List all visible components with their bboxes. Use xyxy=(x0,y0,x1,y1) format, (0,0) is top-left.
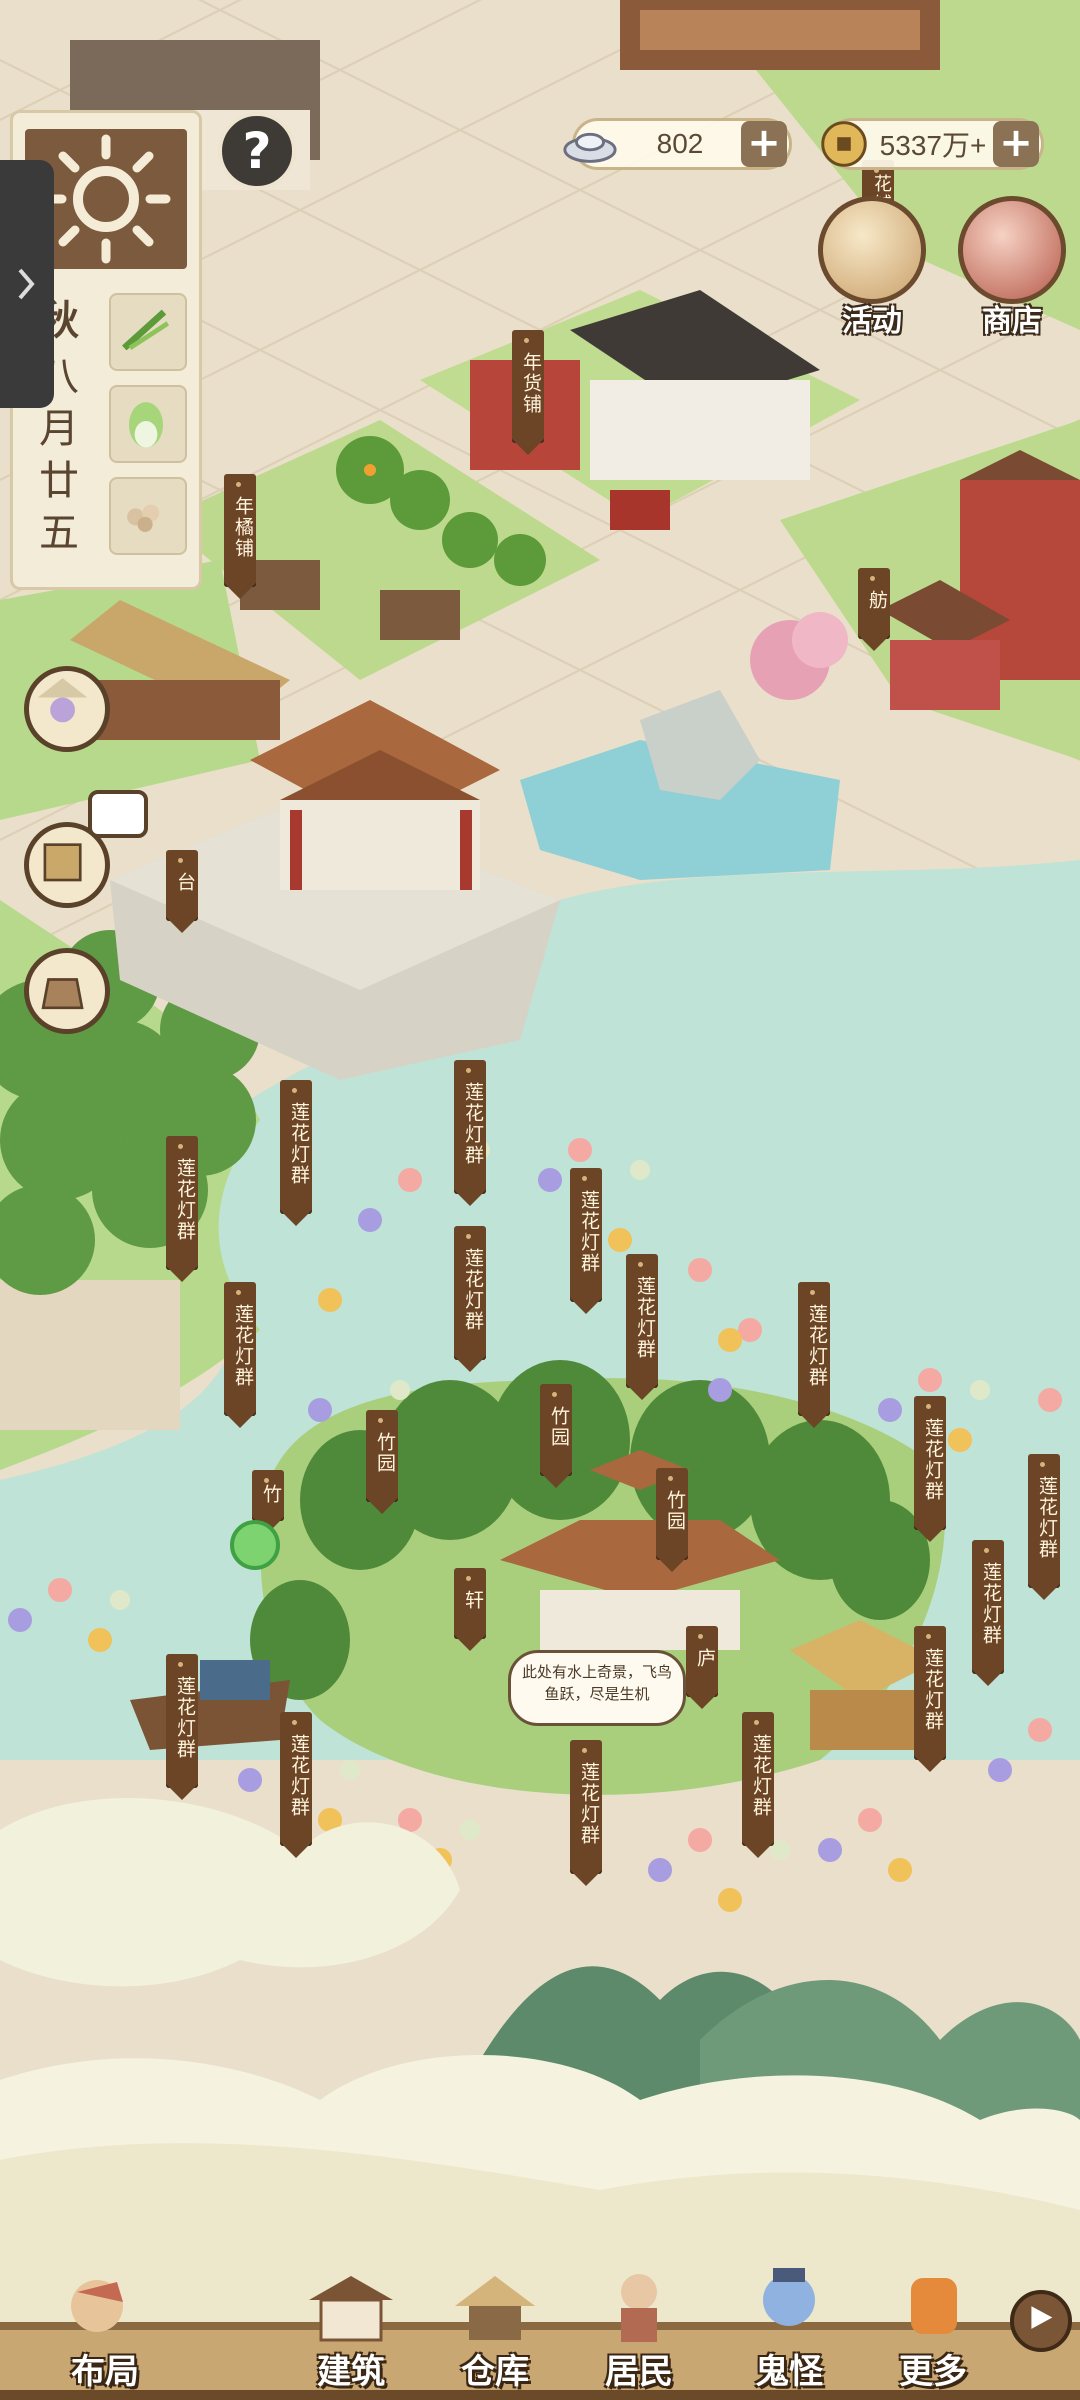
cabbage-icon xyxy=(128,402,164,448)
bag-icon[interactable] xyxy=(24,948,110,1034)
book-glyph xyxy=(43,843,82,882)
ghosts-button[interactable]: 鬼怪 xyxy=(724,2262,854,2400)
sign-lotus-lanterns-2[interactable]: 莲花灯群 xyxy=(454,1060,486,1206)
activity-label: 活动 xyxy=(842,304,902,339)
help-icon[interactable]: ? xyxy=(218,112,296,190)
scroll-icon xyxy=(818,196,926,304)
hat-figure-icon xyxy=(37,678,88,723)
sign-bamboo-partial[interactable]: 竹 xyxy=(252,1470,284,1533)
more-button[interactable]: 更多 xyxy=(868,2262,998,2400)
sign-lotus-lanterns-7[interactable]: 莲花灯群 xyxy=(224,1282,256,1428)
sign-new-year-goods-shop[interactable]: 年货铺 xyxy=(512,330,544,455)
sign-lotus-lanterns-14[interactable]: 莲花灯群 xyxy=(280,1712,312,1858)
more-lantern-icon xyxy=(911,2278,957,2334)
sign-lotus-lanterns-10[interactable]: 莲花灯群 xyxy=(1028,1454,1060,1600)
copper-currency-bar: 5337万+ + xyxy=(821,118,1044,170)
crop-slot-beans[interactable] xyxy=(109,477,187,555)
copper-amount: 5337万+ xyxy=(879,130,987,161)
silver-currency-bar: 802 + xyxy=(563,118,792,170)
sign-bamboo-garden-2[interactable]: 竹园 xyxy=(540,1384,572,1488)
house-icon xyxy=(309,2276,393,2342)
bag-glyph xyxy=(41,978,84,1010)
sign-lotus-lanterns-6[interactable]: 莲花灯群 xyxy=(626,1254,658,1400)
character-avatar-icon[interactable] xyxy=(24,666,110,752)
month-suffix: 月 xyxy=(39,406,79,452)
day-ones: 五 xyxy=(39,510,79,556)
chat-bubble-icon[interactable] xyxy=(88,790,148,838)
storage-button[interactable]: 仓库 xyxy=(430,2262,560,2400)
activity-button[interactable]: 活动 xyxy=(812,196,932,346)
play-arrow-icon[interactable] xyxy=(1010,2290,1072,2352)
layout-button[interactable]: 布局 xyxy=(40,2262,170,2400)
layout-character-icon xyxy=(71,2280,123,2332)
sign-lotus-lanterns-1[interactable]: 莲花灯群 xyxy=(280,1080,312,1226)
more-label: 更多 xyxy=(899,2352,967,2392)
copper-coin-icon xyxy=(821,121,867,167)
build-label: 建筑 xyxy=(317,2352,385,2392)
play-triangle xyxy=(1031,2306,1053,2329)
add-copper-button[interactable]: + xyxy=(993,121,1039,167)
sign-lotus-lanterns-11[interactable]: 莲花灯群 xyxy=(972,1540,1004,1686)
sign-lotus-lanterns-12[interactable]: 莲花灯群 xyxy=(914,1626,946,1772)
sign-terrace[interactable]: 台 xyxy=(166,850,198,933)
sign-lotus-lanterns-9[interactable]: 莲花灯群 xyxy=(914,1396,946,1542)
day-tens: 廿 xyxy=(39,458,79,504)
add-silver-button[interactable]: + xyxy=(741,121,787,167)
sign-lotus-lanterns-8[interactable]: 莲花灯群 xyxy=(798,1282,830,1428)
sign-bamboo-garden-1[interactable]: 竹园 xyxy=(366,1410,398,1514)
layout-label: 布局 xyxy=(71,2352,139,2392)
scallion-icon xyxy=(122,309,170,351)
green-progress-marker[interactable] xyxy=(230,1520,280,1570)
sign-lotus-lanterns-3[interactable]: 莲花灯群 xyxy=(166,1136,198,1282)
sign-veranda[interactable]: 轩 xyxy=(454,1568,486,1651)
sign-orange-tree-shop[interactable]: 年橘铺 xyxy=(224,474,256,599)
silver-ingot-icon xyxy=(563,132,617,163)
sign-bamboo-garden-3[interactable]: 竹园 xyxy=(656,1468,688,1572)
shore-paving xyxy=(0,1280,180,1430)
side-panel-toggle[interactable] xyxy=(0,160,54,408)
chevron-right-icon xyxy=(18,268,35,300)
resident-icon xyxy=(621,2274,657,2342)
residents-label: 居民 xyxy=(605,2352,673,2392)
sign-lotus-lanterns-13[interactable]: 莲花灯群 xyxy=(166,1654,198,1800)
silver-amount: 802 xyxy=(656,128,704,159)
warehouse-icon xyxy=(455,2276,535,2340)
residents-button[interactable]: 居民 xyxy=(574,2262,704,2400)
sign-lotus-lanterns-5[interactable]: 莲花灯群 xyxy=(454,1226,486,1372)
build-button[interactable]: 建筑 xyxy=(286,2262,416,2400)
sign-boat-pavilion[interactable]: 舫 xyxy=(858,568,890,651)
shop-bag-icon xyxy=(958,196,1066,304)
sign-lotus-lanterns-15[interactable]: 莲花灯群 xyxy=(742,1712,774,1858)
shop-button[interactable]: 商店 xyxy=(952,196,1072,346)
npc-speech-bubble: 此处有水上奇景，飞鸟鱼跃，尽是生机 xyxy=(508,1650,686,1726)
sign-lotus-lanterns-16[interactable]: 莲花灯群 xyxy=(570,1740,602,1886)
crop-slot-cabbage[interactable] xyxy=(109,385,187,463)
storage-label: 仓库 xyxy=(461,2352,529,2392)
sign-cottage[interactable]: 庐 xyxy=(686,1626,718,1709)
shop-label: 商店 xyxy=(982,304,1042,339)
ghost-icon xyxy=(763,2268,815,2326)
crop-slot-scallion[interactable] xyxy=(109,293,187,371)
ghosts-label: 鬼怪 xyxy=(755,2352,823,2392)
beans-icon xyxy=(127,504,160,532)
sign-lotus-lanterns-4[interactable]: 莲花灯群 xyxy=(570,1168,602,1314)
